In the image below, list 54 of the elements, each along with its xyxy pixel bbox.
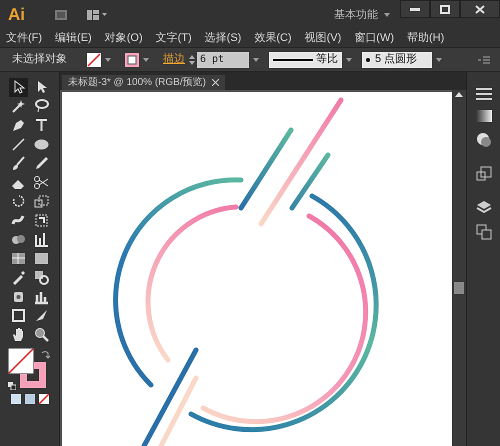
caret-icon[interactable] xyxy=(346,58,352,62)
menu-item[interactable]: 窗口(W) xyxy=(354,30,394,47)
fill-swatch[interactable] xyxy=(87,52,101,66)
caret-icon[interactable] xyxy=(384,13,390,17)
pages-panel-icon[interactable] xyxy=(476,224,492,240)
workspace-switcher[interactable]: 基本功能 xyxy=(334,6,378,24)
color-mode-icon[interactable] xyxy=(10,394,20,404)
close-icon xyxy=(475,4,485,14)
default-colors-icon[interactable] xyxy=(8,382,16,390)
transparency-panel-icon[interactable] xyxy=(476,132,492,148)
selection-status: 未选择对象 xyxy=(12,52,68,68)
stroke-link[interactable]: 描边 xyxy=(163,51,185,68)
stroke-profile-dropdown[interactable]: 等比 xyxy=(269,52,342,68)
menu-item[interactable]: 选择(S) xyxy=(204,30,242,47)
caret-icon[interactable] xyxy=(105,58,111,62)
document-tab[interactable]: 未标题-3* @ 100% (RGB/预览) xyxy=(62,75,225,90)
layers-panel-icon[interactable] xyxy=(476,200,492,214)
caret-icon[interactable] xyxy=(143,58,149,62)
maximize-button[interactable] xyxy=(430,0,460,18)
artboards-panel-icon[interactable] xyxy=(476,166,492,182)
minimize-button[interactable] xyxy=(400,0,430,18)
stroke-line-icon xyxy=(273,58,313,60)
fill-color-swatch[interactable] xyxy=(8,348,34,374)
none-mode-icon[interactable] xyxy=(38,394,48,404)
gradient-mode-icon[interactable] xyxy=(24,394,34,404)
bridge-icon[interactable] xyxy=(54,9,68,21)
menu-item[interactable]: 视图(V) xyxy=(304,30,342,47)
maximize-icon xyxy=(440,4,450,14)
minimize-icon xyxy=(410,8,420,10)
menu-item[interactable]: 文件(F) xyxy=(6,30,42,47)
app-logo: Ai xyxy=(8,4,26,26)
stepper-icon[interactable] xyxy=(189,54,195,66)
caret-icon[interactable] xyxy=(253,58,259,62)
brush-dropdown[interactable]: 5 点圆形 xyxy=(362,52,432,68)
gradient-panel-icon[interactable] xyxy=(476,110,492,122)
stroke-panel-icon[interactable] xyxy=(476,88,492,100)
menu-item[interactable]: 效果(C) xyxy=(254,30,292,47)
menu-item[interactable]: 帮助(H) xyxy=(407,30,444,47)
swap-icon[interactable] xyxy=(40,350,50,359)
panel-menu-icon[interactable] xyxy=(478,56,490,64)
menu-item[interactable]: 对象(O) xyxy=(104,30,143,47)
arrange-documents-icon[interactable] xyxy=(86,9,108,21)
stroke-swatch[interactable] xyxy=(125,52,139,66)
scrollbar-thumb[interactable] xyxy=(454,282,464,294)
close-button[interactable] xyxy=(460,0,500,18)
scissors-tool-icon[interactable] xyxy=(32,173,50,192)
close-icon[interactable] xyxy=(212,79,219,86)
scroll-up-icon[interactable] xyxy=(455,92,463,97)
menu-item[interactable]: 编辑(E) xyxy=(55,30,92,47)
caret-icon[interactable] xyxy=(436,58,442,62)
menu-item[interactable]: 文字(T) xyxy=(156,30,192,47)
dot-icon xyxy=(366,58,370,62)
selection-tool-icon[interactable] xyxy=(8,78,28,97)
stroke-weight-field[interactable]: 6 pt xyxy=(197,52,249,68)
